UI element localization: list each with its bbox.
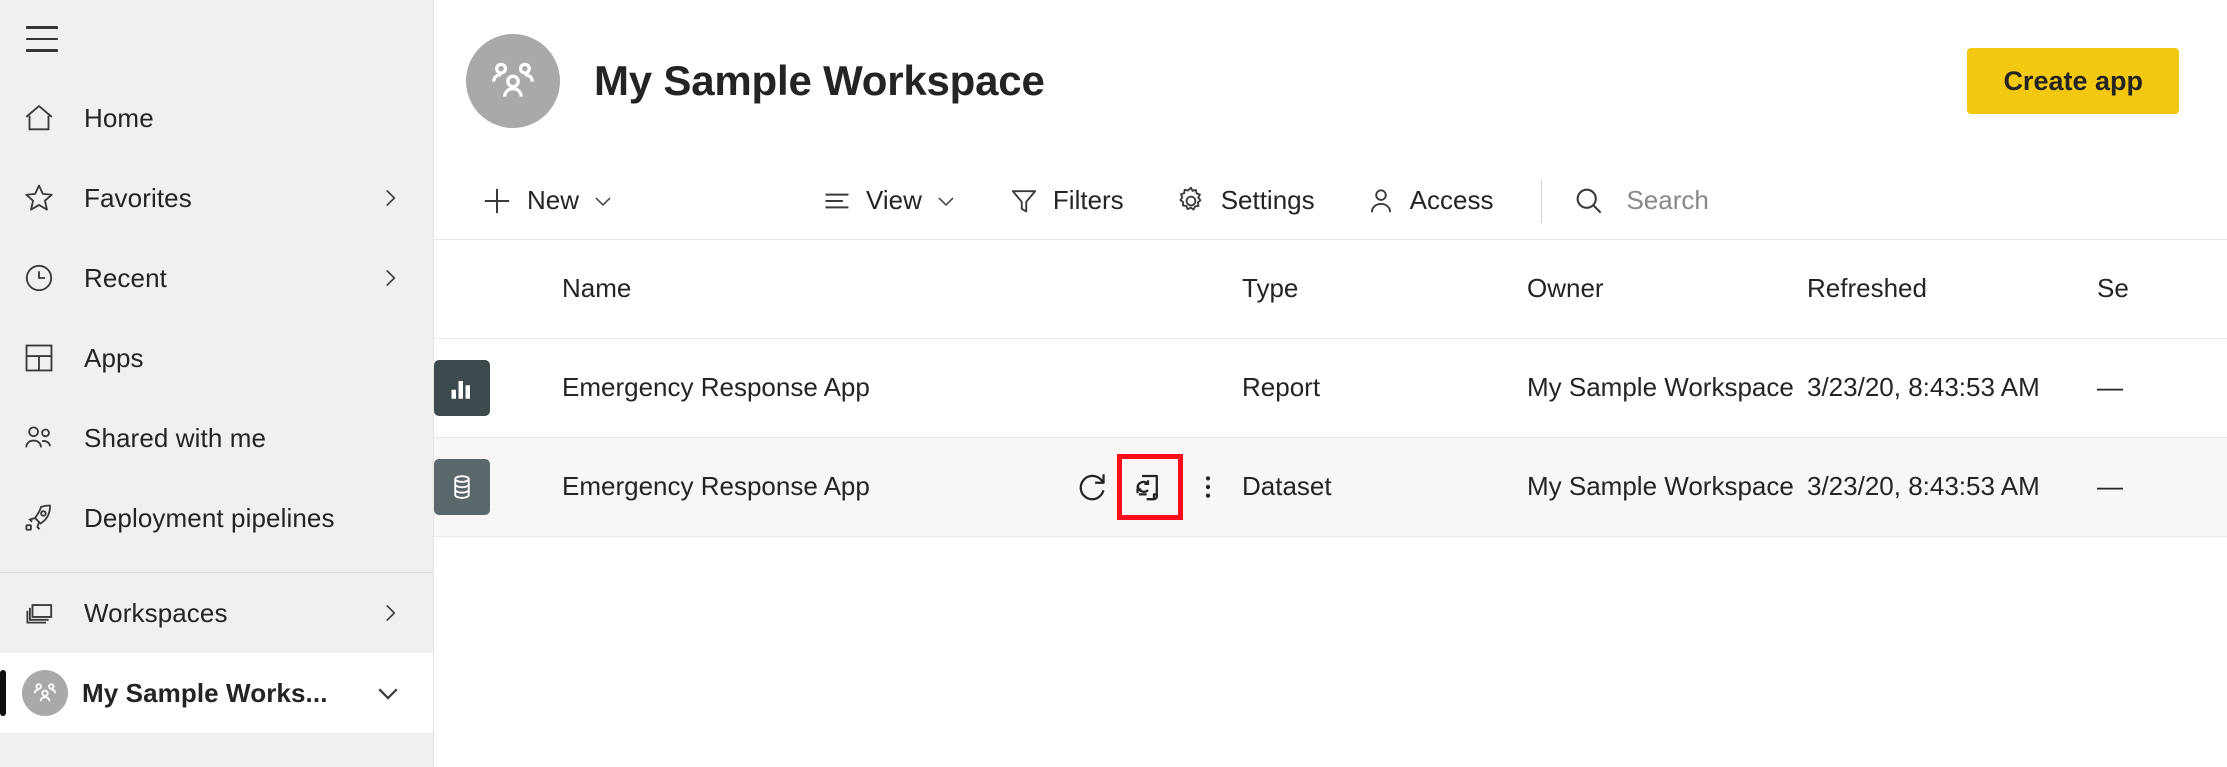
access-button[interactable]: Access [1351,173,1508,229]
plus-icon [480,184,514,218]
command-toolbar: New View Filters Settings Access Search [434,162,2227,240]
row-type-cell: Dataset [1242,437,1527,537]
item-name-link[interactable]: Emergency Response App [562,372,870,403]
sidebar-item-label: Home [84,102,154,133]
app-root: Home Favorites Recent Apps Shared with m… [0,0,2227,767]
sidebar-item-recent[interactable]: Recent [0,238,433,318]
sidebar-item-label: Workspaces [84,597,228,628]
stacked-windows-icon [22,596,70,630]
row-owner-cell: My Sample Workspace [1527,338,1807,438]
search-icon[interactable] [1572,184,1606,218]
dataset-database-icon [434,458,490,515]
sidebar-item-label: Shared with me [84,422,267,453]
settings-button-label: Settings [1220,185,1315,215]
items-table: Name Type Owner Refreshed Se Emergency R… [434,240,2227,537]
sidebar-item-deployment-pipelines[interactable]: Deployment pipelines [0,478,433,558]
filters-button[interactable]: Filters [994,173,1138,229]
refresh-now-button[interactable] [1066,461,1118,513]
chevron-right-icon [377,185,403,211]
column-header-refreshed[interactable]: Refreshed [1807,240,2097,339]
star-icon [22,181,70,215]
chevron-right-icon [377,600,403,626]
table-header-row: Name Type Owner Refreshed Se [434,240,2227,339]
column-header-type[interactable]: Type [1242,240,1527,339]
sidebar-item-label: My Sample Works... [82,677,328,708]
left-navigation-sidebar: Home Favorites Recent Apps Shared with m… [0,0,434,767]
view-button[interactable]: View [807,173,972,229]
chevron-down-icon [934,189,958,213]
sidebar-item-label: Apps [84,342,144,373]
row-name-cell: Emergency Response App [562,437,1242,537]
row-sensitivity-cell: — [2097,437,2227,537]
chevron-down-icon [591,189,615,213]
new-button-label: New [527,185,580,215]
main-content-area: My Sample Workspace Create app New View … [434,0,2227,767]
column-header-name[interactable]: Name [562,240,1242,339]
row-name-cell: Emergency Response App [562,338,1242,438]
person-icon [1365,185,1397,217]
access-button-label: Access [1409,185,1494,215]
item-name-link[interactable]: Emergency Response App [562,471,870,502]
sidebar-item-my-sample-workspace[interactable]: My Sample Works... [0,653,433,733]
table-row[interactable]: Emergency Response App Dataset My Sample… [434,437,2227,537]
schedule-refresh-button[interactable] [1117,453,1183,520]
rocket-icon [22,501,70,535]
page-title: My Sample Workspace [594,57,1045,104]
sidebar-item-workspaces[interactable]: Workspaces [0,573,433,653]
create-app-button[interactable]: Create app [1967,48,2179,114]
chevron-down-icon[interactable] [373,678,403,708]
report-bar-chart-icon [434,359,490,416]
search-box[interactable] [1566,173,1957,229]
apps-grid-icon [22,341,70,375]
chevron-right-icon [377,265,403,291]
row-action-buttons [1066,453,1242,520]
sidebar-item-favorites[interactable]: Favorites [0,158,433,238]
toolbar-divider [1541,178,1543,223]
workspace-group-avatar [466,34,560,128]
sidebar-item-label: Recent [84,262,167,293]
table-header-icon-spacer [434,240,562,339]
view-lines-icon [821,185,853,217]
row-type-cell: Report [1242,338,1527,438]
people-icon [22,421,70,455]
workspace-header: My Sample Workspace Create app [434,0,2227,162]
home-icon [22,101,70,135]
filters-button-label: Filters [1052,185,1124,215]
row-owner-cell: My Sample Workspace [1527,437,1807,537]
gear-icon [1174,184,1208,218]
sidebar-primary-list: Home Favorites Recent Apps Shared with m… [0,78,433,733]
view-button-label: View [866,185,922,215]
hamburger-menu-icon[interactable] [24,16,70,62]
column-header-owner[interactable]: Owner [1527,240,1807,339]
row-refreshed-cell: 3/23/20, 8:43:53 AM [1807,338,2097,438]
funnel-icon [1008,185,1040,217]
sidebar-item-apps[interactable]: Apps [0,318,433,398]
row-refreshed-cell: 3/23/20, 8:43:53 AM [1807,437,2097,537]
settings-button[interactable]: Settings [1160,173,1329,229]
active-selection-indicator [0,670,6,716]
row-icon-cell [434,338,562,438]
sidebar-item-shared-with-me[interactable]: Shared with me [0,398,433,478]
sidebar-item-home[interactable]: Home [0,78,433,158]
workspace-content-list: Name Type Owner Refreshed Se Emergency R… [434,240,2227,767]
column-header-sensitivity[interactable]: Se [2097,240,2227,339]
clock-icon [22,261,70,295]
new-button[interactable]: New [466,173,629,229]
search-input[interactable] [1626,185,1957,216]
row-sensitivity-cell: — [2097,338,2227,438]
sidebar-item-label: Deployment pipelines [84,502,335,533]
sidebar-item-label: Favorites [84,182,192,213]
workspace-group-avatar [22,670,68,716]
more-options-button[interactable] [1182,461,1234,513]
row-icon-cell [434,437,562,537]
table-row[interactable]: Emergency Response App Report My Sample … [434,338,2227,438]
hamburger-row [0,0,433,78]
